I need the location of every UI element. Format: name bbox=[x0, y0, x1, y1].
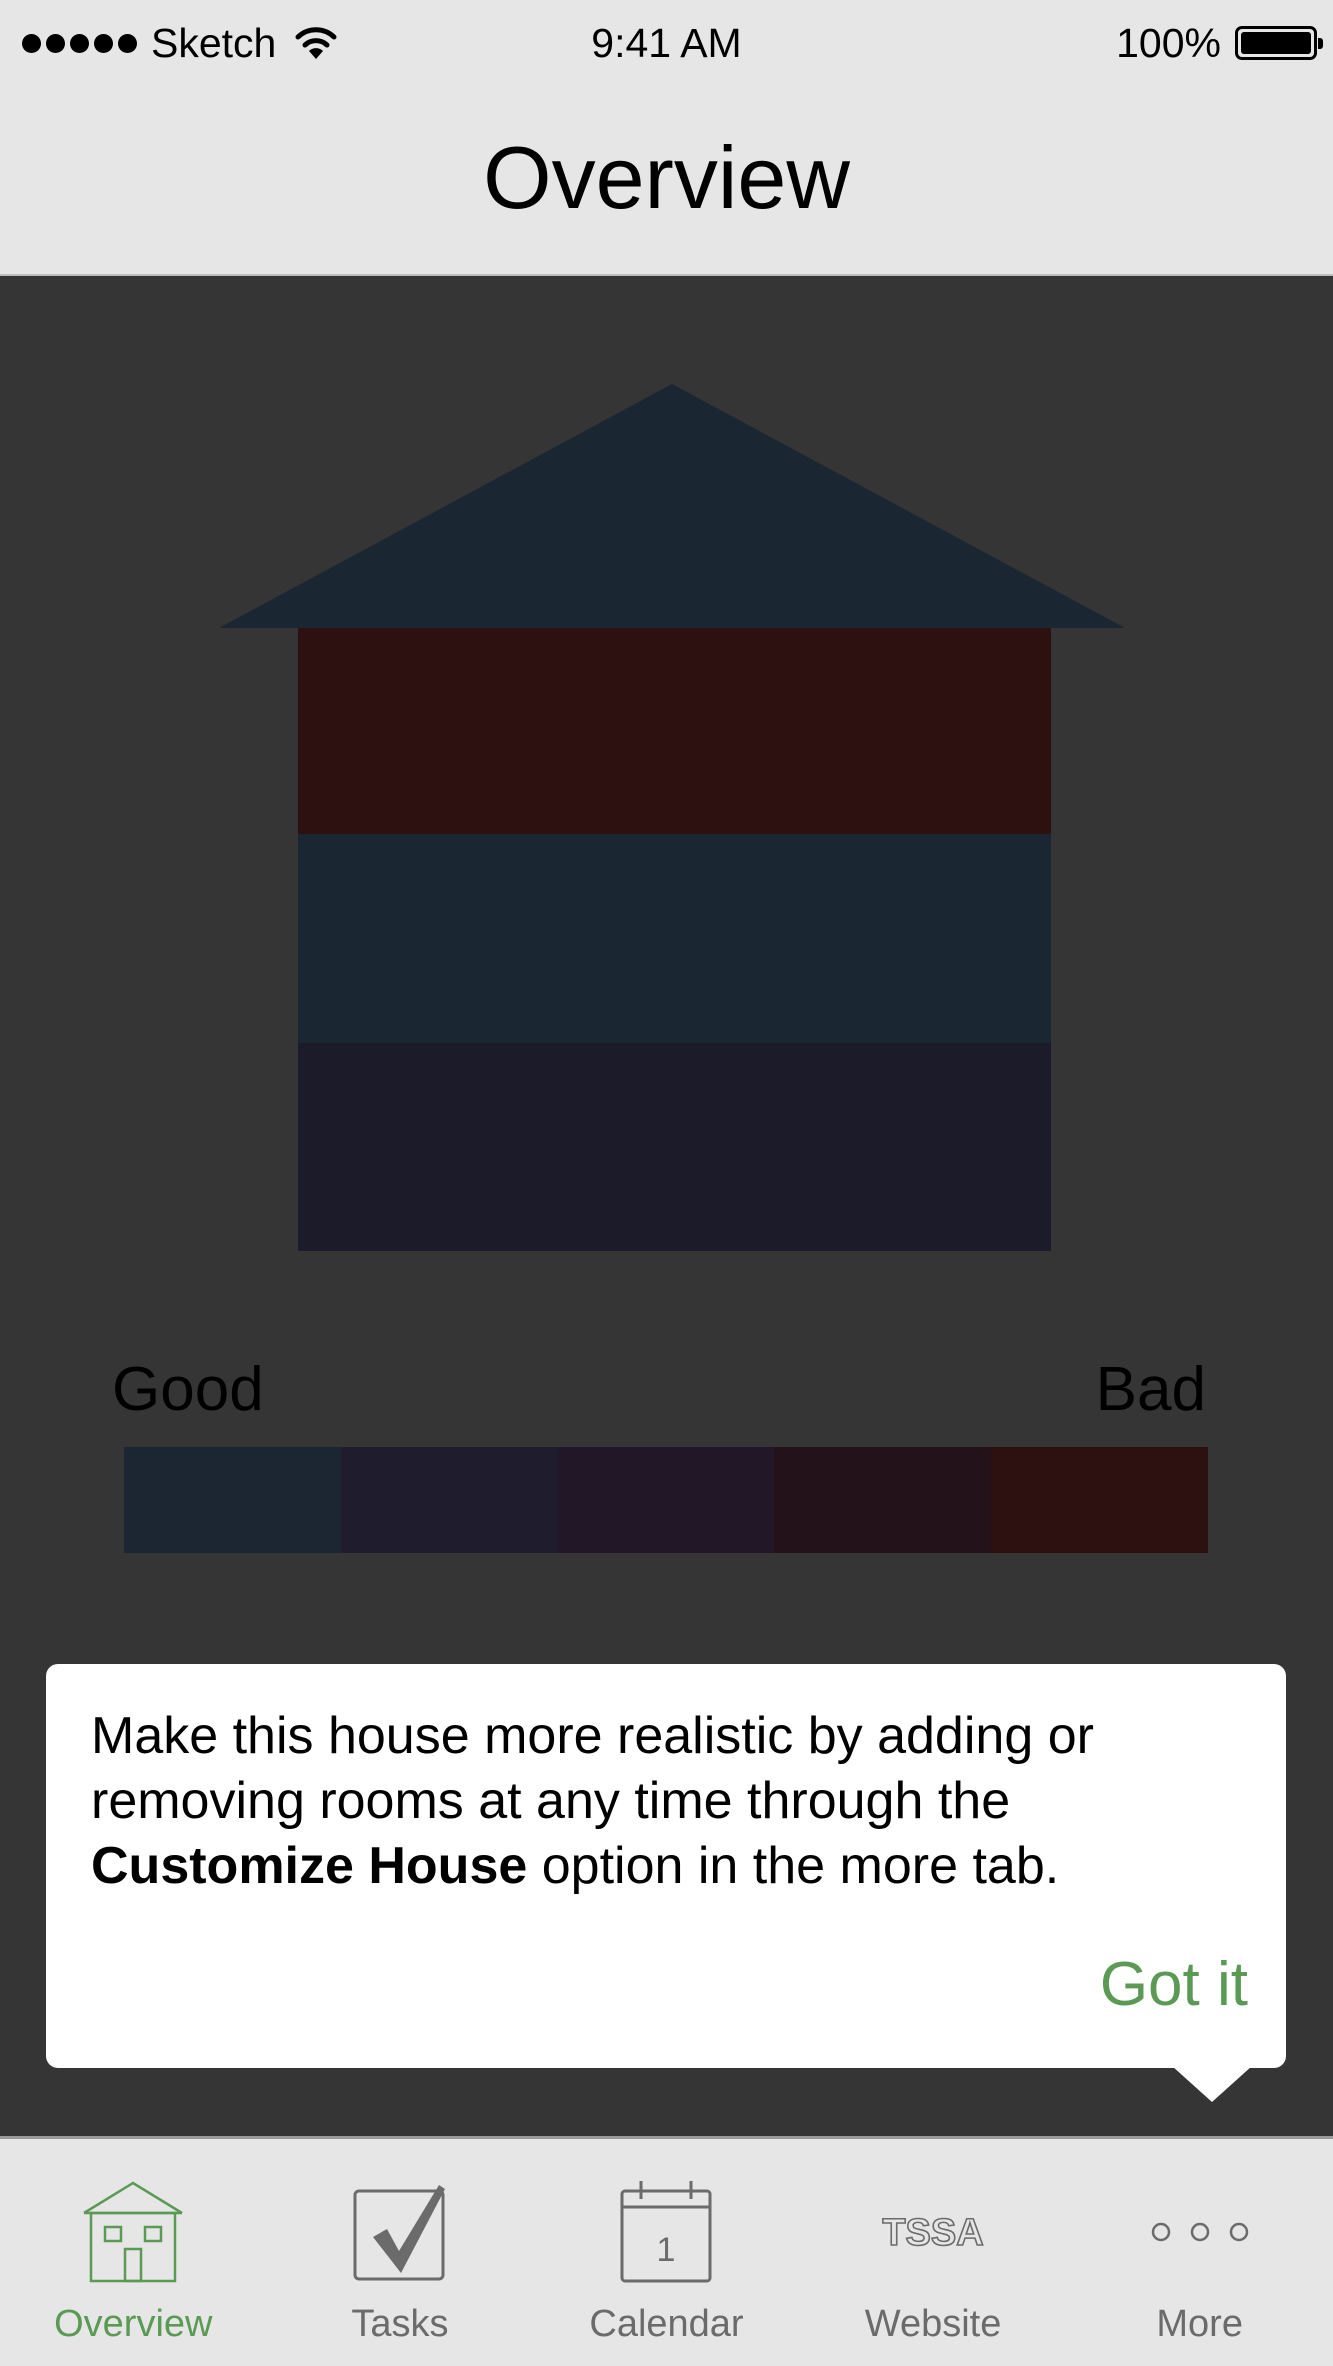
tip-popover: Make this house more realistic by adding… bbox=[46, 1664, 1286, 2068]
tab-overview[interactable]: Overview bbox=[0, 2139, 267, 2366]
popover-arrow bbox=[1172, 2066, 1252, 2102]
tssa-logo-icon: TSSA bbox=[882, 2211, 985, 2255]
scale-bad-label: Bad bbox=[1095, 1355, 1206, 1424]
battery-status: 100% bbox=[1116, 18, 1323, 68]
tip-message: Make this house more realistic by adding… bbox=[91, 1704, 1231, 1899]
scale-segment bbox=[991, 1447, 1208, 1553]
page-title: Overview bbox=[483, 128, 850, 227]
house-diagram bbox=[219, 384, 1125, 1251]
tab-label: Tasks bbox=[351, 2303, 449, 2345]
tssa-logo-text: TSSA bbox=[882, 2212, 983, 2254]
calendar-day-number: 1 bbox=[657, 2231, 676, 2269]
tab-label: Calendar bbox=[589, 2303, 744, 2345]
tab-calendar[interactable]: 1 Calendar bbox=[533, 2139, 800, 2366]
more-dots-icon bbox=[1151, 2222, 1248, 2242]
tip-text-bold: Customize House bbox=[91, 1837, 528, 1895]
house-room-bottom[interactable] bbox=[298, 1043, 1051, 1251]
house-icon bbox=[83, 2181, 183, 2283]
scale-segment bbox=[774, 1447, 992, 1553]
scale-segment bbox=[124, 1447, 341, 1553]
condition-scale-bar bbox=[124, 1447, 1208, 1553]
tip-text-end: option in the more tab. bbox=[527, 1837, 1060, 1895]
scale-good-label: Good bbox=[112, 1355, 264, 1424]
checkbox-icon bbox=[353, 2185, 445, 2281]
battery-icon bbox=[1235, 26, 1323, 60]
tab-label: Overview bbox=[54, 2303, 213, 2345]
tip-text-start: Make this house more realistic by adding… bbox=[91, 1707, 1094, 1830]
tab-label: More bbox=[1156, 2303, 1243, 2345]
tab-label: Website bbox=[864, 2303, 1002, 2345]
calendar-icon: 1 bbox=[620, 2181, 712, 2283]
tab-bar: Overview Tasks 1 Calendar TSSA Website M… bbox=[0, 2136, 1333, 2366]
navigation-bar: Overview bbox=[0, 88, 1333, 276]
tab-website[interactable]: TSSA Website bbox=[800, 2139, 1067, 2366]
status-bar: Sketch 9:41 AM 100% bbox=[0, 0, 1333, 88]
got-it-button[interactable]: Got it bbox=[1100, 1950, 1248, 2020]
tab-more[interactable]: More bbox=[1066, 2139, 1333, 2366]
scale-segment bbox=[557, 1447, 775, 1553]
tab-tasks[interactable]: Tasks bbox=[267, 2139, 534, 2366]
battery-percent: 100% bbox=[1116, 19, 1221, 66]
house-roof bbox=[219, 384, 1125, 628]
house-room-middle[interactable] bbox=[298, 834, 1051, 1043]
house-room-top[interactable] bbox=[298, 628, 1051, 834]
scale-segment bbox=[340, 1447, 558, 1553]
